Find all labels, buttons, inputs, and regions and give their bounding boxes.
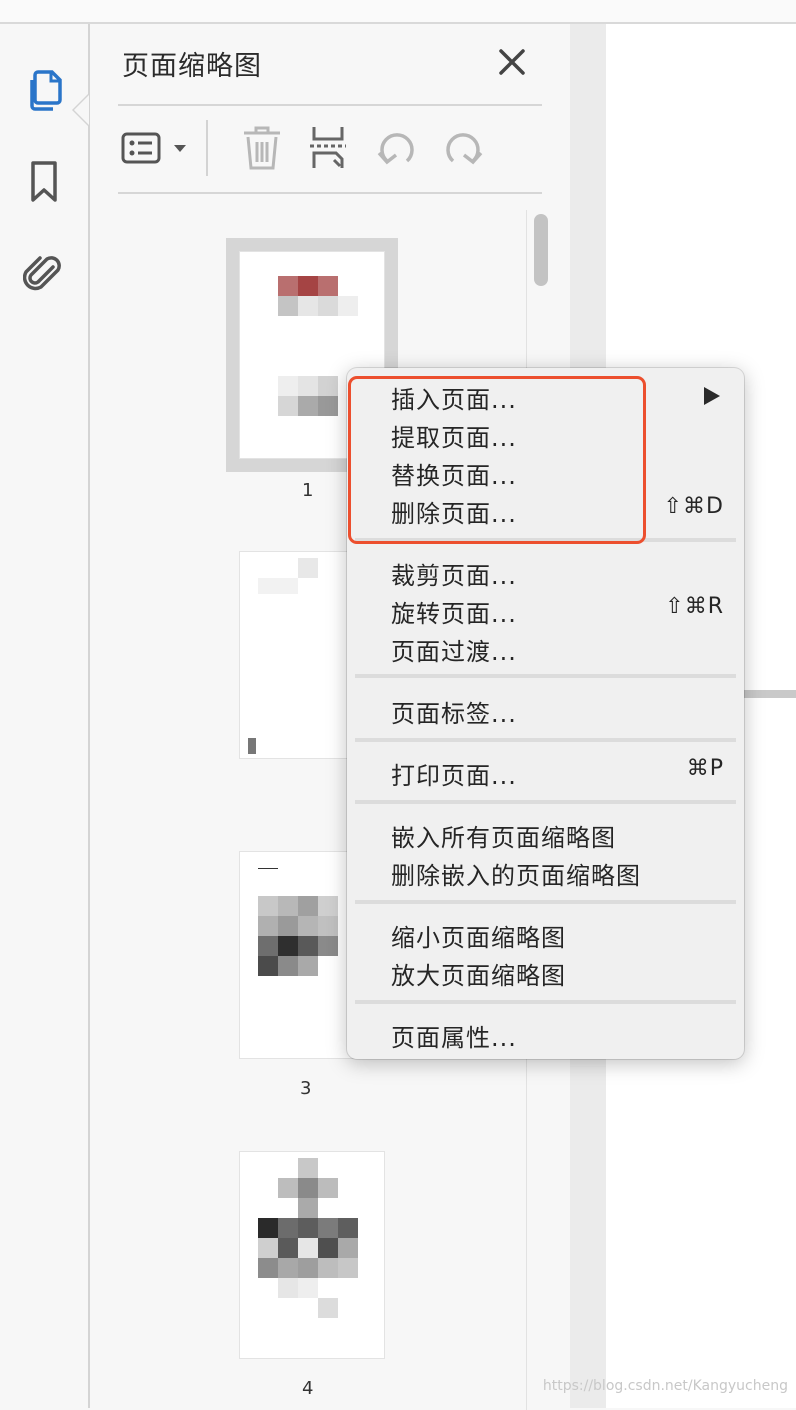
extract-icon[interactable]	[304, 120, 352, 176]
document-ruler-line	[744, 690, 796, 698]
menu-item-page-labels[interactable]: 页面标签...	[391, 694, 517, 729]
attachment-icon[interactable]	[22, 252, 66, 296]
rotate-counterclockwise-icon[interactable]	[372, 120, 420, 176]
toolbar-divider	[118, 192, 542, 194]
rail-active-pointer	[72, 94, 89, 126]
shortcut-rotate-pages: ⇧⌘R	[665, 594, 724, 619]
menu-item-embed-all-thumbnails[interactable]: 嵌入所有页面缩略图	[391, 818, 616, 853]
menu-separator	[355, 800, 736, 804]
bookmark-icon[interactable]	[22, 160, 66, 204]
page-number-label: 4	[302, 1378, 314, 1399]
panel-divider	[118, 104, 542, 106]
shortcut-print-pages: ⌘P	[686, 756, 724, 781]
close-icon[interactable]	[494, 44, 530, 80]
menu-separator	[355, 1000, 736, 1004]
page-number-label: 3	[300, 1078, 312, 1099]
toolbar-separator	[206, 120, 208, 176]
submenu-arrow-icon	[704, 387, 720, 405]
page-thumbnail[interactable]	[240, 1152, 384, 1358]
menu-separator	[355, 674, 736, 678]
annotation-highlight-box	[348, 376, 646, 544]
scrollbar-thumb[interactable]	[534, 214, 548, 286]
pages-icon[interactable]	[22, 68, 66, 112]
trash-icon[interactable]	[238, 120, 286, 176]
menu-item-page-properties[interactable]: 页面属性...	[391, 1018, 517, 1053]
watermark: https://blog.csdn.net/Kangyucheng	[542, 1378, 788, 1394]
shortcut-delete-pages: ⇧⌘D	[663, 494, 724, 519]
navigation-rail	[0, 24, 90, 1408]
menu-item-enlarge-thumbnails[interactable]: 放大页面缩略图	[391, 956, 566, 991]
options-dropdown-button[interactable]	[120, 120, 192, 176]
menu-item-print-pages[interactable]: 打印页面...	[391, 756, 517, 791]
menu-item-rotate-pages[interactable]: 旋转页面...	[391, 594, 517, 629]
page-number-label: 1	[302, 480, 314, 501]
window-top-bar	[0, 0, 796, 24]
menu-item-remove-embedded-thumbnails[interactable]: 删除嵌入的页面缩略图	[391, 856, 641, 891]
rotate-clockwise-icon[interactable]	[440, 120, 488, 176]
menu-separator	[355, 900, 736, 904]
menu-item-reduce-thumbnails[interactable]: 缩小页面缩略图	[391, 918, 566, 953]
menu-separator	[355, 738, 736, 742]
panel-title: 页面缩略图	[122, 51, 262, 82]
menu-item-page-transitions[interactable]: 页面过渡...	[391, 632, 517, 667]
menu-item-crop-pages[interactable]: 裁剪页面...	[391, 556, 517, 591]
